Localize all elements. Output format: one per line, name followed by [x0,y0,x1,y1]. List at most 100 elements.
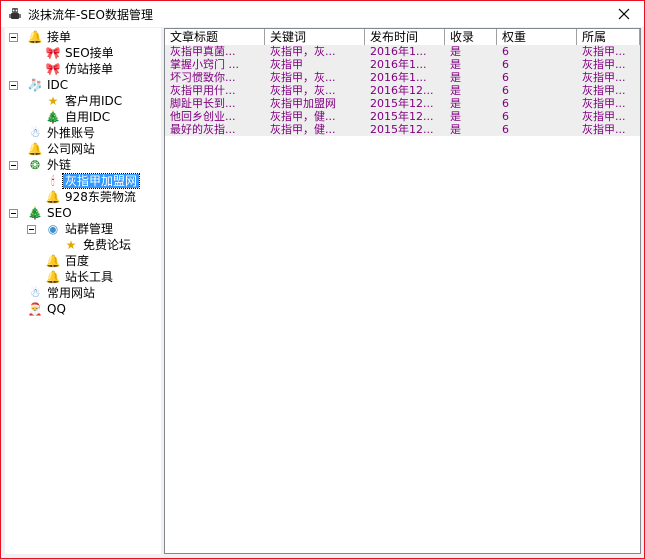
santa-icon: 🎅 [27,302,43,316]
tree-item-label: 自用IDC [65,110,111,124]
table-cell: 是 [450,45,461,58]
tree-item-label: 公司网站 [47,142,96,156]
app-window: 淡抹流年-SEO数据管理 🔔 接单 🎀 SEO接单 🎀 仿站接单 🧦 IDC ★ 客户用IDC 🎄 自… [0,0,645,559]
table-row[interactable]: 他回乡创业... 灰指甲，健... 2015年12... 是 6 灰指甲... [165,110,640,123]
bell-icon: 🔔 [27,30,43,44]
table-cell: 灰指甲用什... [170,84,236,97]
column-header[interactable]: 文章标题 [165,29,265,45]
table-cell: 灰指甲加盟网 [270,97,336,110]
tree-item-label: 外推账号 [47,126,96,140]
close-button[interactable] [604,1,644,27]
tree-item-wailian[interactable]: ❂ 外链 [27,157,73,173]
bells-icon: 🔔 [27,142,43,156]
tree-item-mianfei[interactable]: ★ 免费论坛 [63,237,133,253]
collapse-toggle[interactable] [9,209,18,218]
star-icon: ★ [65,238,77,252]
table-row[interactable]: 脚趾甲长到... 灰指甲加盟网 2015年12... 是 6 灰指甲... [165,97,640,110]
table-cell: 2016年1... [370,71,427,84]
table-cell: 6 [502,45,509,58]
stocking-icon: 🧦 [27,78,43,92]
table-cell: 灰指甲，健... [270,110,336,123]
candle-icon: 🕯 [51,173,55,188]
table-cell: 他回乡创业... [170,110,236,123]
table-cell: 是 [450,123,461,136]
window-title: 淡抹流年-SEO数据管理 [28,8,153,22]
tree-item-waitui[interactable]: ☃ 外推账号 [27,125,97,141]
tree-item-label: 站群管理 [65,222,114,236]
table-row[interactable]: 灰指甲真菌... 灰指甲，灰... 2016年1... 是 6 灰指甲... [165,45,640,58]
category-tree[interactable]: 🔔 接单 🎀 SEO接单 🎀 仿站接单 🧦 IDC ★ 客户用IDC 🎄 自用IDC ☃ 外推账号 🔔 公司网… [5,28,161,554]
tree-icon: 🎄 [45,110,61,124]
column-header[interactable]: 关键词 [265,29,365,45]
table-cell: 灰指甲真菌... [170,45,236,58]
tree-item-baidu[interactable]: 🔔 百度 [45,253,91,269]
table-row[interactable]: 灰指甲用什... 灰指甲，灰... 2016年12... 是 6 灰指甲... [165,84,640,97]
snowman-icon: ☃ [29,126,41,140]
table-cell: 是 [450,71,461,84]
tree-item-label: 928东莞物流 [65,190,136,204]
tree-item-label: 灰指甲加盟网 [61,173,141,189]
tree-item-changyong[interactable]: ☃ 常用网站 [27,285,97,301]
list-header: 文章标题 关键词 发布时间 收录 权重 所属 [165,29,640,46]
tree-item-seo[interactable]: 🎄 SEO [27,205,74,221]
table-cell: 灰指甲，健... [270,123,336,136]
table-cell: 2015年12... [370,123,434,136]
collapse-toggle[interactable] [9,161,18,170]
tree-item-huizhijia[interactable]: 🕯 灰指甲加盟网 [45,173,141,189]
tree-item-label: 客户用IDC [65,94,123,108]
star-icon: ★ [47,94,59,108]
tree-icon: 🎄 [27,206,43,220]
list-rows: 灰指甲真菌... 灰指甲，灰... 2016年1... 是 6 灰指甲... 掌握小窍门 .… [165,45,640,136]
article-list[interactable]: 文章标题 关键词 发布时间 收录 权重 所属 灰指甲真菌... 灰指甲，灰... 2016年1… [164,28,641,554]
tree-item-zhanzhang[interactable]: 🔔 站长工具 [45,269,115,285]
table-cell: 灰指甲... [582,84,626,97]
table-cell: 灰指甲... [582,71,626,84]
tree-item-fangzhan-jiedan[interactable]: 🎀 仿站接单 [45,61,115,77]
table-cell: 灰指甲... [582,110,626,123]
tree-item-jiedan[interactable]: 🔔 接单 [27,29,73,45]
table-cell: 灰指甲 [270,58,303,71]
collapse-toggle[interactable] [27,225,36,234]
table-cell: 2016年1... [370,58,427,71]
table-cell: 是 [450,84,461,97]
tree-item-dongguan[interactable]: 🔔 928东莞物流 [45,189,138,205]
table-cell: 最好的灰指... [170,123,236,136]
tree-item-ziyong-idc[interactable]: 🎄 自用IDC [45,109,112,125]
table-cell: 灰指甲... [582,123,626,136]
table-cell: 2015年12... [370,97,434,110]
tree-item-qq[interactable]: 🎅 QQ [27,301,68,317]
collapse-toggle[interactable] [9,81,18,90]
title-bar[interactable]: 淡抹流年-SEO数据管理 [1,1,644,27]
tree-item-label: 常用网站 [47,286,96,300]
tree-item-label: 接单 [47,30,72,44]
tree-item-idc[interactable]: 🧦 IDC [27,77,70,93]
column-header[interactable]: 权重 [497,29,577,45]
table-cell: 是 [450,58,461,71]
tree-item-label: SEO接单 [65,46,114,60]
tree-item-label: 站长工具 [65,270,114,284]
table-cell: 6 [502,58,509,71]
table-row[interactable]: 坏习惯致你... 灰指甲，灰... 2016年1... 是 6 灰指甲... [165,71,640,84]
table-cell: 灰指甲，灰... [270,84,336,97]
tree-item-label: 外链 [47,158,72,172]
globe-icon: ◉ [47,222,59,236]
tree-item-seo-jiedan[interactable]: 🎀 SEO接单 [45,45,116,61]
collapse-toggle[interactable] [9,33,18,42]
wreath-icon: ❂ [29,158,41,172]
tree-item-zhanqun[interactable]: ◉ 站群管理 [45,221,115,237]
table-cell: 6 [502,97,509,110]
column-header[interactable]: 收录 [445,29,497,45]
table-cell: 6 [502,123,509,136]
tree-item-label: 仿站接单 [65,62,114,76]
table-row[interactable]: 掌握小窍门 ... 灰指甲 2016年1... 是 6 灰指甲... [165,58,640,71]
column-header[interactable]: 发布时间 [365,29,445,45]
table-cell: 灰指甲... [582,97,626,110]
ribbon-icon: 🎀 [45,46,61,60]
tree-item-kehu-idc[interactable]: ★ 客户用IDC [45,93,124,109]
robot-icon [8,7,22,21]
tree-item-label: QQ [47,302,66,316]
snowman-icon: ☃ [29,286,41,300]
table-row[interactable]: 最好的灰指... 灰指甲，健... 2015年12... 是 6 灰指甲... [165,123,640,136]
tree-item-gongsi[interactable]: 🔔 公司网站 [27,141,97,157]
column-header[interactable]: 所属 [577,29,640,45]
